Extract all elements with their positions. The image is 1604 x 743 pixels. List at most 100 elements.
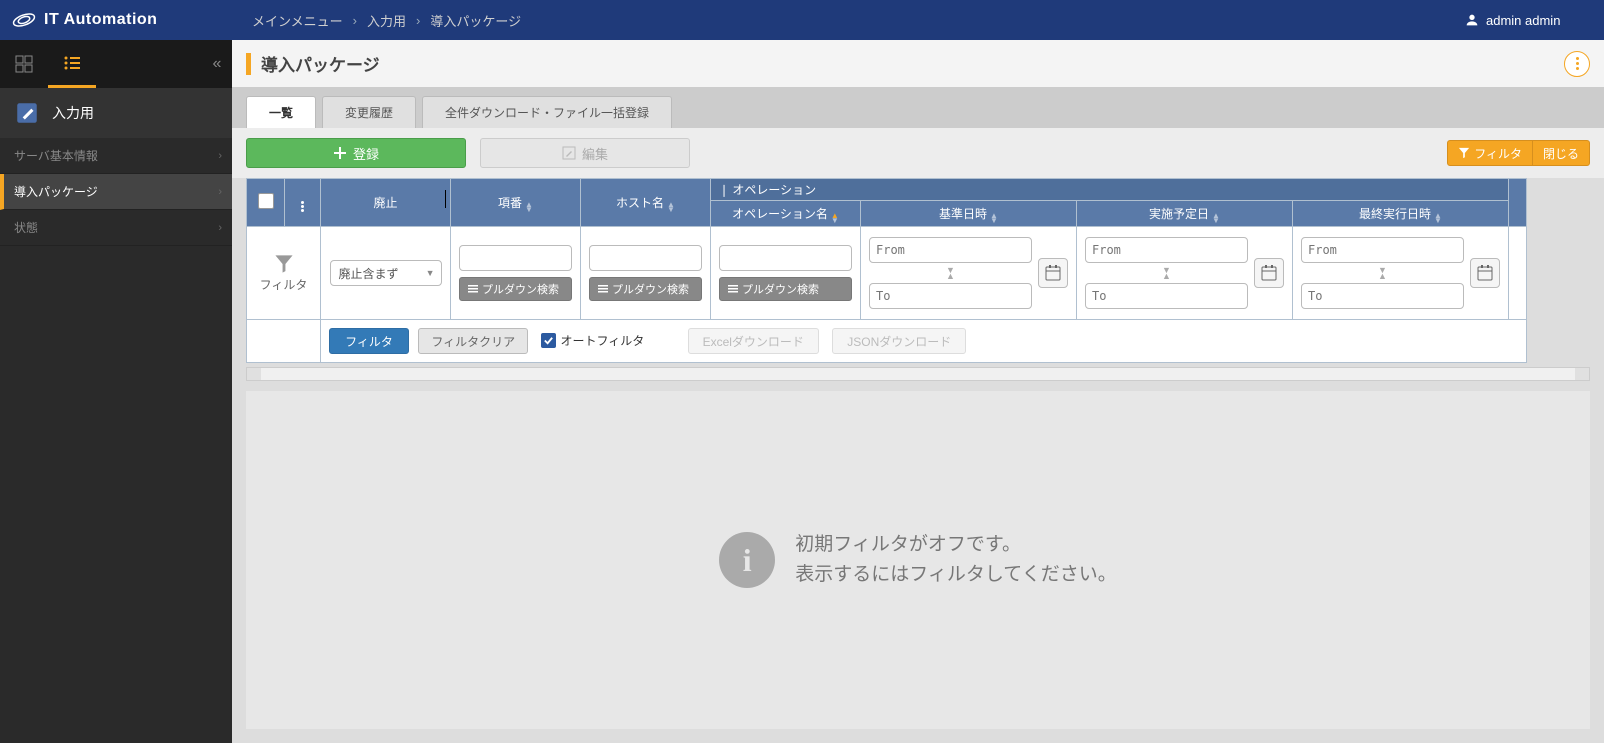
chevron-right-icon: ›: [218, 186, 222, 198]
list-view-button[interactable]: [48, 40, 96, 88]
logo-icon: [12, 8, 36, 32]
plus-icon: [333, 146, 347, 160]
breadcrumb-lvl2: 導入パッケージ: [430, 11, 521, 30]
user-menu[interactable]: admin admin: [1464, 12, 1604, 28]
breadcrumb-lvl1[interactable]: 入力用: [367, 11, 406, 30]
tab-history[interactable]: 変更履歴: [322, 96, 416, 128]
empty-state-text: 初期フィルタがオフです。 表示するにはフィルタしてください。: [795, 530, 1116, 591]
th-item-no[interactable]: 項番▲▼: [451, 179, 581, 227]
pulldown-search-button[interactable]: プルダウン検索: [459, 277, 572, 301]
th-host[interactable]: ホスト名▲▼: [581, 179, 711, 227]
sidebar-item-label: 導入パッケージ: [14, 183, 98, 200]
filter-row: フィルタ 廃止含まず ▼ プルダウン検索: [247, 227, 1527, 320]
download-json-button: JSONダウンロード: [832, 328, 966, 354]
tab-list[interactable]: 一覧: [246, 96, 316, 128]
last-exec-to-input[interactable]: [1301, 283, 1464, 309]
register-label: 登録: [353, 144, 379, 163]
filter-host-cell: プルダウン検索: [581, 227, 711, 320]
sidebar-item-label: サーバ基本情報: [14, 147, 98, 164]
th-op-name[interactable]: オペレーション名▲▼: [711, 201, 861, 227]
toolbar: 登録 編集 フィルタ 閉じる: [232, 128, 1604, 178]
grid-view-button[interactable]: [0, 40, 48, 88]
horizontal-scrollbar[interactable]: [246, 367, 1590, 381]
grip-icon: ▼▲: [1085, 267, 1248, 279]
auto-filter-checkbox[interactable]: オートフィルタ: [541, 332, 644, 349]
filter-action-row: フィルタ フィルタクリア オートフィルタ Excelダウンロード JSONダウン…: [247, 320, 1527, 363]
info-icon: i: [719, 532, 775, 588]
filter-row-label-cell: フィルタ: [247, 227, 321, 320]
sidebar-item-status[interactable]: 状態 ›: [0, 210, 232, 246]
filter-exec-date-cell: ▼▲: [1077, 227, 1293, 320]
check-icon: [543, 335, 554, 346]
tab-bulk[interactable]: 全件ダウンロード・ファイル一括登録: [422, 96, 672, 128]
filter-toggle-filter[interactable]: フィルタ: [1448, 141, 1532, 165]
filter-ref-date-cell: ▼▲: [861, 227, 1077, 320]
th-exec-date[interactable]: 実施予定日▲▼: [1077, 201, 1293, 227]
dots-vertical-icon: [1576, 57, 1579, 60]
calendar-button[interactable]: [1038, 258, 1068, 288]
list-icon: [468, 284, 478, 294]
pulldown-search-button[interactable]: プルダウン検索: [589, 277, 702, 301]
filter-toggle-close[interactable]: 閉じる: [1533, 141, 1589, 165]
grid-icon: [15, 55, 33, 73]
grip-icon: ▼▲: [869, 267, 1032, 279]
chevron-left-double-icon: «: [213, 55, 222, 73]
list-icon: [63, 54, 81, 72]
chevron-down-icon: ▼: [426, 268, 435, 278]
op-name-filter-input[interactable]: [719, 245, 852, 271]
main-content: 導入パッケージ 一覧 変更履歴 全件ダウンロード・ファイル一括登録 登録 編集: [232, 40, 1604, 743]
page-title: 導入パッケージ: [261, 51, 380, 76]
calendar-icon: [1260, 264, 1278, 282]
chevron-right-icon: ›: [353, 13, 357, 28]
chevron-right-icon: ›: [218, 222, 222, 234]
th-ref-date[interactable]: 基準日時▲▼: [861, 201, 1077, 227]
breadcrumb: メインメニュー › 入力用 › 導入パッケージ: [232, 11, 1464, 30]
exec-date-from-input[interactable]: [1085, 237, 1248, 263]
breadcrumb-root[interactable]: メインメニュー: [252, 11, 343, 30]
last-exec-from-input[interactable]: [1301, 237, 1464, 263]
calendar-button[interactable]: [1254, 258, 1284, 288]
register-button[interactable]: 登録: [246, 138, 466, 168]
filter-table-wrap: 廃止 項番▲▼ ホスト名▲▼ ❘ オペレーション オペレーション名▲▼ 基準日時…: [232, 178, 1604, 363]
sidebar-view-switch: «: [0, 40, 232, 88]
chevron-right-icon: ›: [416, 13, 420, 28]
download-excel-button: Excelダウンロード: [688, 328, 819, 354]
sidebar-item-label: 状態: [14, 219, 38, 236]
calendar-button[interactable]: [1470, 258, 1500, 288]
filter-discard-cell: 廃止含まず ▼: [321, 227, 451, 320]
ref-date-to-input[interactable]: [869, 283, 1032, 309]
user-icon: [1464, 12, 1480, 28]
edit-button: 編集: [480, 138, 690, 168]
clear-filter-button[interactable]: フィルタクリア: [418, 328, 528, 354]
funnel-icon: [274, 254, 294, 274]
th-discard[interactable]: 廃止: [321, 179, 451, 227]
collapse-sidebar-button[interactable]: «: [202, 40, 232, 88]
title-accent-bar: [246, 53, 251, 75]
th-row-menu[interactable]: [285, 179, 321, 227]
sidebar-item-package[interactable]: 導入パッケージ ›: [0, 174, 232, 210]
sidebar-item-server-info[interactable]: サーバ基本情報 ›: [0, 138, 232, 174]
discard-select[interactable]: 廃止含まず ▼: [330, 260, 442, 286]
page-menu-button[interactable]: [1564, 51, 1590, 77]
logo-area[interactable]: IT Automation: [0, 8, 232, 32]
th-operation-group: ❘ オペレーション: [711, 179, 1509, 201]
filter-table: 廃止 項番▲▼ ホスト名▲▼ ❘ オペレーション オペレーション名▲▼ 基準日時…: [246, 178, 1527, 363]
filter-panel-toggle[interactable]: フィルタ 閉じる: [1447, 140, 1590, 166]
tabs: 一覧 変更履歴 全件ダウンロード・ファイル一括登録: [232, 88, 1604, 128]
host-filter-input[interactable]: [589, 245, 702, 271]
user-name: admin admin: [1486, 13, 1560, 28]
funnel-icon: [1458, 147, 1470, 159]
pulldown-search-button[interactable]: プルダウン検索: [719, 277, 852, 301]
dots-vertical-icon: [301, 201, 304, 212]
ref-date-from-input[interactable]: [869, 237, 1032, 263]
filter-item-no-cell: プルダウン検索: [451, 227, 581, 320]
checkbox-icon[interactable]: [258, 193, 274, 209]
th-select-all[interactable]: [247, 179, 285, 227]
chevron-right-icon: ›: [218, 150, 222, 162]
th-last-exec[interactable]: 最終実行日時▲▼: [1293, 201, 1509, 227]
grip-icon: ▼▲: [1301, 267, 1464, 279]
sidebar-title: 入力用: [0, 88, 232, 138]
item-no-filter-input[interactable]: [459, 245, 572, 271]
exec-date-to-input[interactable]: [1085, 283, 1248, 309]
apply-filter-button[interactable]: フィルタ: [329, 328, 409, 354]
